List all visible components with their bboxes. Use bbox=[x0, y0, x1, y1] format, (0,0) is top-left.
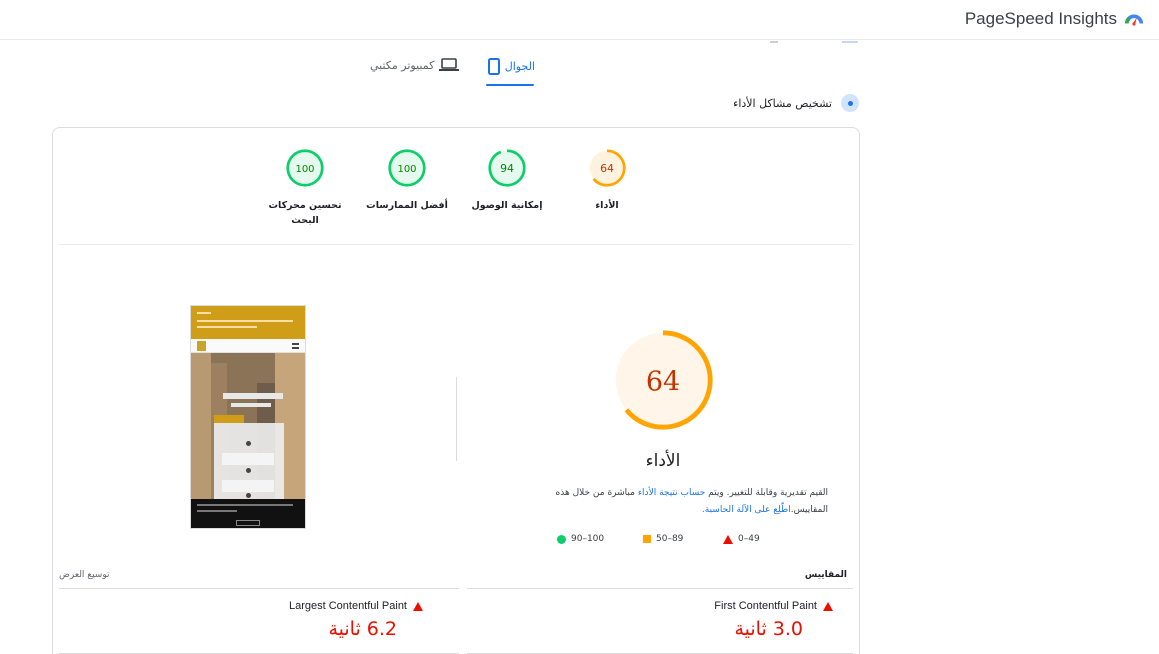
tab-mobile[interactable]: الجوال bbox=[487, 58, 535, 75]
gauge-performance[interactable]: 64 الأداء bbox=[557, 148, 657, 213]
report-card: 64 الأداء 94 إمكانية الوصول 100 أفضل الم… bbox=[52, 127, 860, 654]
brand[interactable]: PageSpeed Insights bbox=[965, 9, 1145, 29]
app-title: PageSpeed Insights bbox=[964, 9, 1117, 28]
metric-value: 3.0 ثانية bbox=[734, 618, 803, 640]
legend-bad-range: 0–49 bbox=[738, 534, 760, 544]
gauge-label: أفضل الممارسات bbox=[366, 200, 448, 211]
gauge-score: 64 bbox=[600, 162, 614, 175]
calculator-link[interactable]: اطّلِع على الآلة الحاسبة. bbox=[702, 505, 791, 515]
diagnose-label: تشخيص مشاكل الأداء bbox=[733, 96, 832, 110]
desc-text-1: القيم تقديرية وقابلة للتغيير. ويتم bbox=[705, 488, 828, 498]
mobile-phone-icon bbox=[487, 58, 500, 75]
thumb-banner bbox=[191, 306, 305, 339]
diagnose-icon bbox=[841, 94, 859, 112]
gauge-score: 94 bbox=[500, 162, 514, 175]
gauge-score: 100 bbox=[397, 164, 416, 175]
metric-name: First Contentful Paint bbox=[714, 600, 817, 612]
device-tabs: الجوال كمبيوتر مكتبي bbox=[370, 58, 540, 88]
gauge-ring: 94 bbox=[488, 149, 526, 187]
laptop-icon bbox=[439, 58, 460, 71]
gauge-ring: 64 bbox=[588, 149, 626, 187]
tab-desktop-label: كمبيوتر مكتبي bbox=[370, 58, 435, 72]
metrics-divider-right bbox=[467, 588, 853, 589]
thumb-nav bbox=[191, 339, 305, 353]
category-gauges: 64 الأداء 94 إمكانية الوصول 100 أفضل الم… bbox=[53, 148, 859, 244]
performance-description: القيم تقديرية وقابلة للتغيير. ويتم حساب … bbox=[508, 485, 828, 519]
gauge-ring: 100 bbox=[286, 149, 324, 187]
red-triangle-icon bbox=[823, 601, 833, 611]
section-divider bbox=[59, 244, 853, 245]
metric-fcp: First Contentful Paint 3.0 ثانية bbox=[483, 600, 833, 640]
active-tab-indicator bbox=[486, 84, 534, 86]
gauge-best-practices[interactable]: 100 أفضل الممارسات bbox=[357, 148, 457, 213]
legend-good-range: 90–100 bbox=[571, 534, 605, 544]
expand-view-button[interactable]: توسيع العرض bbox=[59, 570, 110, 580]
metric-value: 6.2 ثانية bbox=[328, 618, 397, 640]
gauge-accessibility[interactable]: 94 إمكانية الوصول bbox=[457, 148, 557, 213]
tab-mobile-label: الجوال bbox=[504, 60, 535, 73]
performance-gauge-large: 64 bbox=[613, 330, 713, 430]
metric-lcp: Largest Contentful Paint 6.2 ثانية bbox=[73, 600, 423, 640]
metric-name: Largest Contentful Paint bbox=[288, 600, 407, 612]
score-calculation-link[interactable]: حساب نتيجة الأداء bbox=[638, 488, 705, 498]
metrics-divider-left bbox=[59, 588, 459, 589]
gauge-label: إمكانية الوصول bbox=[471, 200, 543, 211]
top-bar: PageSpeed Insights bbox=[0, 0, 1159, 40]
gauge-label: تحسين محركات البحث bbox=[268, 200, 342, 227]
tab-desktop[interactable]: كمبيوتر مكتبي bbox=[370, 58, 460, 72]
red-triangle-icon bbox=[723, 534, 733, 544]
gauge-ring: 100 bbox=[388, 149, 426, 187]
gauge-label: الأداء bbox=[595, 200, 619, 211]
orange-square-icon bbox=[643, 535, 651, 543]
legend-good: 90–100 bbox=[557, 534, 604, 544]
gauge-seo[interactable]: 100 تحسين محركات البحث bbox=[255, 148, 355, 228]
legend-average-range: 50–89 bbox=[656, 534, 684, 544]
thumb-hero bbox=[191, 353, 305, 509]
performance-title: الأداء bbox=[645, 451, 681, 471]
performance-score-large: 64 bbox=[646, 367, 680, 398]
diagnose-heading: تشخيص مشاكل الأداء bbox=[733, 94, 859, 112]
pagespeed-logo-icon bbox=[1124, 14, 1144, 26]
legend-average: 50–89 bbox=[643, 534, 683, 544]
scrolled-header-remnant bbox=[760, 41, 860, 47]
thumb-cookie-bar bbox=[191, 499, 305, 528]
gauge-score: 100 bbox=[295, 164, 314, 175]
page-screenshot-thumbnail[interactable] bbox=[190, 305, 306, 529]
metrics-heading: المقاييس bbox=[804, 570, 847, 580]
vertical-divider bbox=[456, 377, 457, 461]
green-circle-icon bbox=[557, 534, 566, 544]
score-legend: 0–49 50–89 90–100 bbox=[533, 534, 793, 550]
legend-bad: 0–49 bbox=[723, 534, 760, 544]
red-triangle-icon bbox=[413, 601, 423, 611]
